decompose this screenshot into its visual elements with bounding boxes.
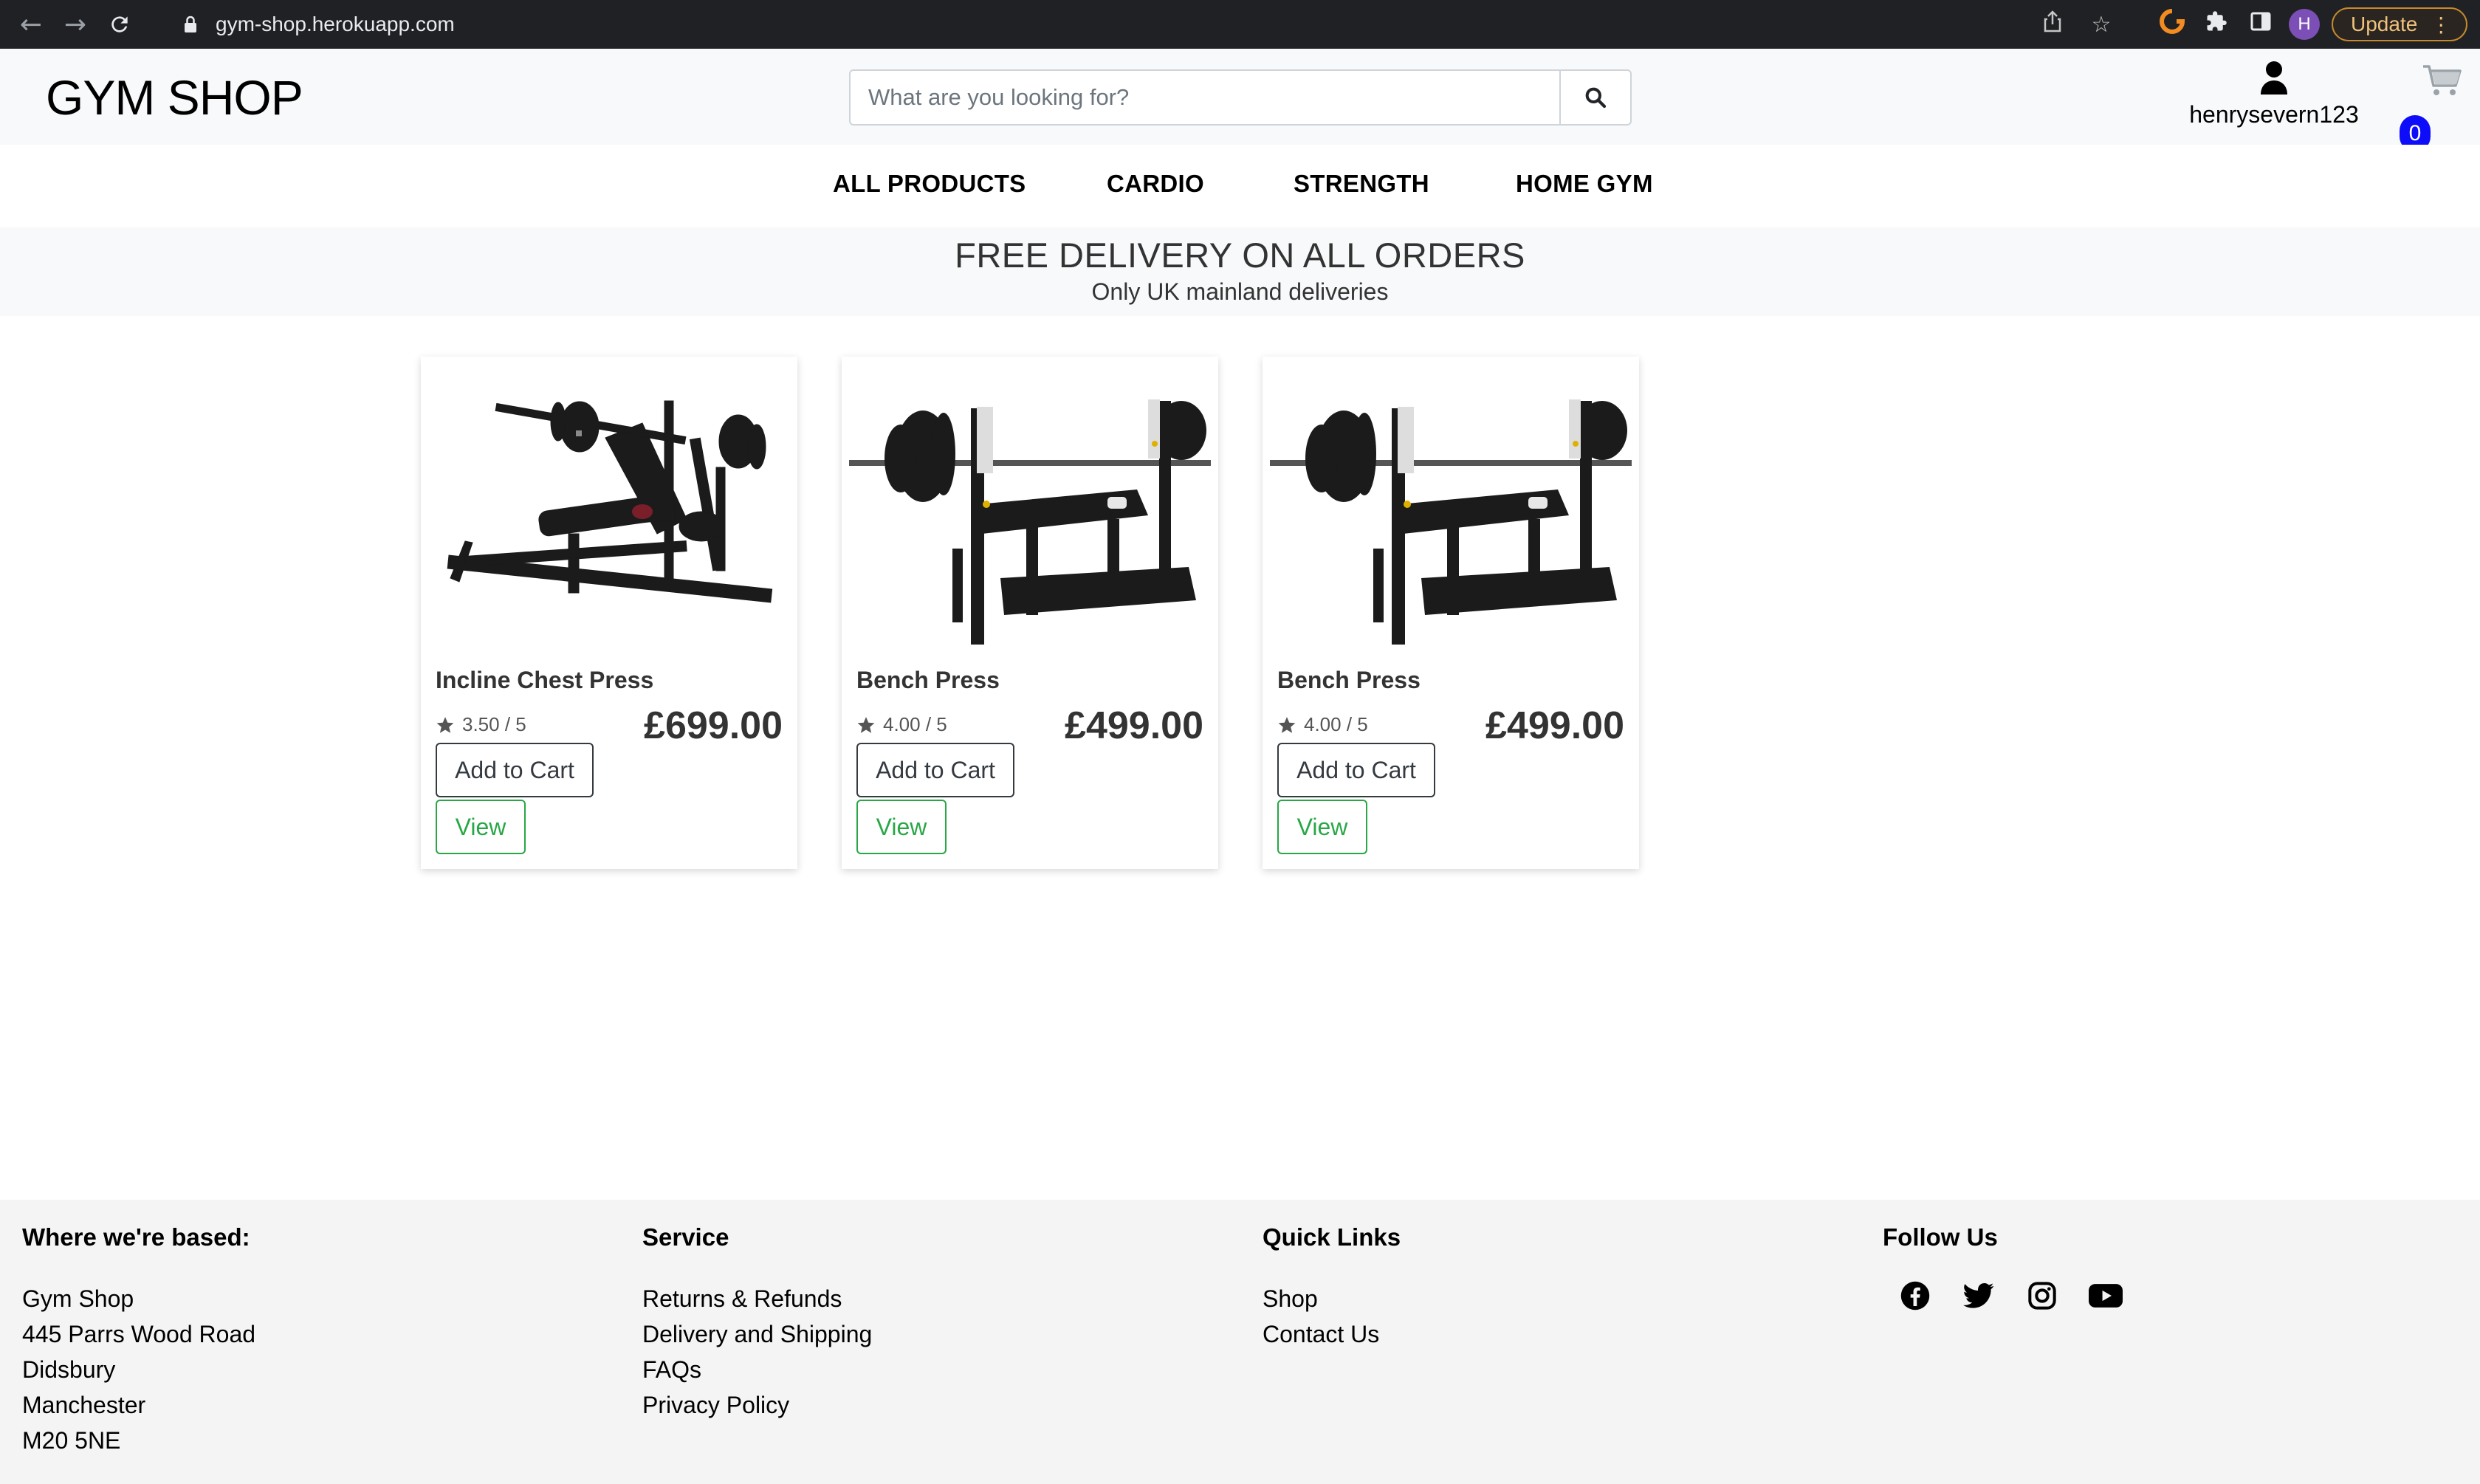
product-rating: 4.00 / 5 bbox=[856, 713, 947, 736]
reload-icon[interactable] bbox=[97, 2, 142, 47]
product-rating: 4.00 / 5 bbox=[1277, 713, 1368, 736]
product-image-bench-press[interactable] bbox=[842, 357, 1218, 650]
add-to-cart-button[interactable]: Add to Cart bbox=[1277, 743, 1435, 797]
facebook-icon[interactable] bbox=[1897, 1278, 1933, 1313]
address-line: 445 Parrs Wood Road bbox=[22, 1321, 256, 1347]
footer-col-quick-links: Quick Links Shop Contact Us bbox=[1263, 1223, 1401, 1352]
banner-subtitle: Only UK mainland deliveries bbox=[1091, 278, 1389, 305]
puzzle-icon[interactable] bbox=[2200, 10, 2233, 38]
extension-g-icon[interactable] bbox=[2156, 9, 2188, 40]
footer-link-delivery[interactable]: Delivery and Shipping bbox=[642, 1316, 872, 1352]
footer-heading-service: Service bbox=[642, 1223, 729, 1251]
instagram-icon[interactable] bbox=[2024, 1278, 2060, 1313]
bookmark-star-icon[interactable]: ☆ bbox=[2085, 12, 2117, 38]
product-rating: 3.50 / 5 bbox=[436, 713, 526, 736]
kebab-menu-icon: ⋮ bbox=[2431, 13, 2452, 36]
nav-strength[interactable]: STRENGTH bbox=[1294, 170, 1429, 198]
star-icon bbox=[436, 716, 454, 733]
footer-heading-based: Where we're based: bbox=[22, 1223, 250, 1251]
footer-link-shop[interactable]: Shop bbox=[1263, 1281, 1401, 1316]
view-button[interactable]: View bbox=[856, 800, 947, 854]
view-button[interactable]: View bbox=[436, 800, 526, 854]
side-panel-icon[interactable] bbox=[2244, 11, 2277, 38]
view-button[interactable]: View bbox=[1277, 800, 1367, 854]
youtube-icon[interactable] bbox=[2088, 1278, 2123, 1313]
username: henrysevern123 bbox=[2189, 101, 2359, 128]
footer-link-privacy[interactable]: Privacy Policy bbox=[642, 1387, 872, 1423]
star-icon bbox=[1278, 716, 1296, 733]
footer-heading-quick-links: Quick Links bbox=[1263, 1223, 1401, 1251]
product-card: Bench Press 4.00 / 5 £499.00 Add to Cart… bbox=[1263, 357, 1639, 869]
site-header: GYM SHOP henrysevern123 0 bbox=[0, 49, 2480, 152]
footer-col-based: Where we're based: Gym Shop 445 Parrs Wo… bbox=[22, 1223, 255, 1458]
product-price: £699.00 bbox=[644, 704, 783, 747]
product-name[interactable]: Incline Chest Press bbox=[436, 667, 653, 694]
search-icon bbox=[1585, 87, 1607, 109]
address-line: Didsbury bbox=[22, 1356, 116, 1383]
rating-text: 3.50 / 5 bbox=[462, 713, 526, 735]
delivery-banner: FREE DELIVERY ON ALL ORDERS Only UK main… bbox=[0, 227, 2480, 316]
shopping-cart-icon bbox=[2423, 65, 2462, 95]
user-icon bbox=[2261, 61, 2287, 95]
product-image-bench-press[interactable] bbox=[1263, 357, 1639, 650]
banner-title: FREE DELIVERY ON ALL ORDERS bbox=[955, 236, 1525, 275]
cart-link[interactable]: 0 bbox=[2392, 63, 2480, 152]
rating-text: 4.00 / 5 bbox=[1304, 713, 1368, 735]
product-price: £499.00 bbox=[1065, 704, 1203, 747]
forward-icon[interactable]: → bbox=[53, 2, 97, 47]
extensions-area: H Update ⋮ bbox=[2156, 0, 2468, 49]
product-name[interactable]: Bench Press bbox=[1277, 667, 1421, 694]
address-line: M20 5NE bbox=[22, 1427, 121, 1454]
browser-toolbar: ← → gym-shop.herokuapp.com ☆ H Update ⋮ bbox=[0, 0, 2480, 49]
footer-col-service: Service Returns & Refunds Delivery and S… bbox=[642, 1223, 872, 1423]
account-link[interactable]: henrysevern123 bbox=[2185, 61, 2363, 128]
twitter-icon[interactable] bbox=[1961, 1278, 1996, 1313]
add-to-cart-button[interactable]: Add to Cart bbox=[856, 743, 1014, 797]
product-card: Bench Press 4.00 / 5 £499.00 Add to Cart… bbox=[842, 357, 1218, 869]
search-form bbox=[849, 69, 1632, 126]
update-button[interactable]: Update ⋮ bbox=[2332, 7, 2468, 41]
nav-cardio[interactable]: CARDIO bbox=[1107, 170, 1204, 198]
profile-avatar[interactable]: H bbox=[2289, 9, 2320, 40]
footer-link-contact[interactable]: Contact Us bbox=[1263, 1316, 1401, 1352]
nav-home-gym[interactable]: HOME GYM bbox=[1516, 170, 1653, 198]
share-icon[interactable] bbox=[2036, 10, 2069, 38]
social-links bbox=[1883, 1278, 2123, 1313]
url-text[interactable]: gym-shop.herokuapp.com bbox=[216, 13, 455, 36]
product-name[interactable]: Bench Press bbox=[856, 667, 1000, 694]
site-footer: Where we're based: Gym Shop 445 Parrs Wo… bbox=[0, 1200, 2480, 1484]
add-to-cart-button[interactable]: Add to Cart bbox=[436, 743, 594, 797]
footer-heading-follow: Follow Us bbox=[1883, 1223, 1998, 1251]
search-input[interactable] bbox=[851, 71, 1559, 124]
address-line: Gym Shop bbox=[22, 1285, 134, 1312]
product-image-incline-chest-press[interactable] bbox=[421, 357, 797, 650]
nav-all-products[interactable]: ALL PRODUCTS bbox=[833, 170, 1026, 198]
product-price: £499.00 bbox=[1485, 704, 1624, 747]
product-card: Incline Chest Press 3.50 / 5 £699.00 Add… bbox=[421, 357, 797, 869]
address-line: Manchester bbox=[22, 1392, 146, 1418]
star-icon bbox=[857, 716, 875, 733]
rating-text: 4.00 / 5 bbox=[883, 713, 947, 735]
footer-link-faqs[interactable]: FAQs bbox=[642, 1352, 872, 1387]
footer-col-follow: Follow Us bbox=[1883, 1223, 2123, 1313]
search-button[interactable] bbox=[1559, 71, 1630, 124]
lock-icon bbox=[176, 6, 205, 43]
back-icon[interactable]: ← bbox=[9, 2, 53, 47]
footer-link-returns[interactable]: Returns & Refunds bbox=[642, 1281, 872, 1316]
address-bar[interactable]: gym-shop.herokuapp.com ☆ bbox=[161, 6, 2125, 43]
main-nav: ALL PRODUCTS CARDIO STRENGTH HOME GYM bbox=[0, 145, 2480, 227]
update-label: Update bbox=[2351, 13, 2418, 35]
site-logo[interactable]: GYM SHOP bbox=[46, 69, 303, 126]
